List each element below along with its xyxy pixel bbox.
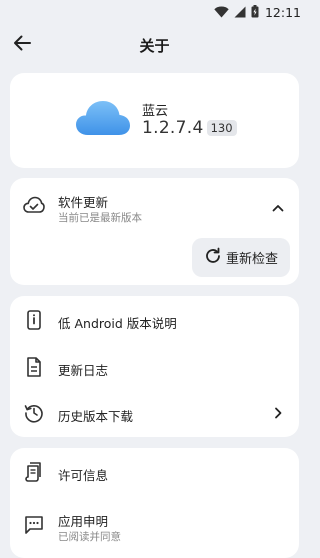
history-icon xyxy=(23,402,45,424)
license-info-item[interactable]: 许可信息 xyxy=(10,449,299,495)
message-icon xyxy=(23,514,45,536)
status-bar: 12:11 xyxy=(0,0,309,24)
app-info-card: 蓝云 1.2.7.4 130 xyxy=(10,73,299,168)
cloud-icon xyxy=(76,99,130,141)
chevron-right-icon xyxy=(271,406,285,420)
refresh-icon xyxy=(204,247,222,269)
app-name: 蓝云 xyxy=(142,104,169,119)
app-bar: 关于 xyxy=(0,24,309,66)
software-update-card: 软件更新 当前已是最新版本 重新检查 xyxy=(10,178,299,285)
recheck-label: 重新检查 xyxy=(225,252,278,267)
document-icon xyxy=(23,356,45,378)
battery-icon xyxy=(251,3,259,22)
app-version-row: 1.2.7.4 130 xyxy=(142,118,237,138)
page-title: 关于 xyxy=(139,37,170,55)
history-download-label: 历史版本下载 xyxy=(58,409,134,424)
software-update-status: 当前已是最新版本 xyxy=(58,212,142,224)
app-version: 1.2.7.4 xyxy=(142,118,204,138)
recheck-button[interactable]: 重新检查 xyxy=(192,238,290,277)
legal-card: 许可信息 应用申明 已阅读并同意 xyxy=(10,448,299,558)
app-statement-label: 应用申明 xyxy=(58,514,109,529)
cloud-check-icon xyxy=(23,194,45,216)
info-card: 低 Android 版本说明 更新日志 历史版本下载 xyxy=(10,296,299,437)
software-update-title: 软件更新 xyxy=(58,195,109,210)
license-info-label: 许可信息 xyxy=(58,468,109,483)
software-update-row[interactable]: 软件更新 当前已是最新版本 xyxy=(10,183,299,229)
low-android-note-label: 低 Android 版本说明 xyxy=(58,316,177,331)
chevron-up-icon[interactable] xyxy=(271,201,285,215)
changelog-item[interactable]: 更新日志 xyxy=(10,344,299,390)
wifi-icon xyxy=(214,3,229,22)
app-statement-item[interactable]: 应用申明 已阅读并同意 xyxy=(10,502,299,548)
changelog-label: 更新日志 xyxy=(58,363,109,378)
history-download-item[interactable]: 历史版本下载 xyxy=(10,390,299,436)
phone-info-icon xyxy=(23,309,45,331)
scroll-icon xyxy=(23,461,45,483)
signal-icon xyxy=(234,3,246,22)
app-statement-status: 已阅读并同意 xyxy=(58,531,121,543)
low-android-note-item[interactable]: 低 Android 版本说明 xyxy=(10,297,299,343)
status-time: 12:11 xyxy=(264,4,301,20)
version-code-badge: 130 xyxy=(206,120,237,136)
